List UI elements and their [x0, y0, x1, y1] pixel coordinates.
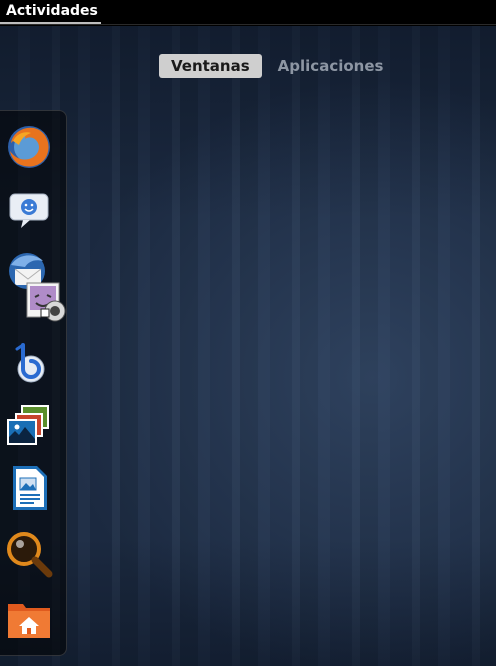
- activities-underline: [0, 22, 101, 24]
- dash-item-cheese[interactable]: [23, 279, 71, 327]
- home-folder-icon: [8, 604, 50, 638]
- search-magnifier-icon: [7, 532, 53, 578]
- dash-item-search[interactable]: [5, 530, 53, 578]
- dash-item-shotwell[interactable]: [5, 401, 53, 449]
- dash-item-firefox[interactable]: [5, 123, 53, 171]
- overview-wallpaper-glow: [0, 26, 496, 666]
- cheese-webcam-icon: [26, 282, 66, 322]
- dash-item-empathy[interactable]: [5, 185, 53, 233]
- libreoffice-writer-icon: [13, 466, 47, 510]
- tab-windows[interactable]: Ventanas: [159, 54, 262, 78]
- dash-item-libreoffice-writer[interactable]: [5, 464, 53, 512]
- dash: [0, 110, 67, 656]
- shotwell-photos-icon: [7, 405, 49, 445]
- dash-item-banshee[interactable]: [5, 339, 53, 387]
- view-selector: Ventanas Aplicaciones: [159, 54, 395, 78]
- banshee-music-icon: [15, 343, 45, 383]
- empathy-chat-icon: [9, 193, 49, 228]
- top-panel: Actividades: [0, 0, 496, 25]
- tab-applications[interactable]: Aplicaciones: [266, 54, 396, 78]
- dash-item-home-folder[interactable]: [5, 596, 53, 644]
- firefox-icon: [8, 126, 50, 168]
